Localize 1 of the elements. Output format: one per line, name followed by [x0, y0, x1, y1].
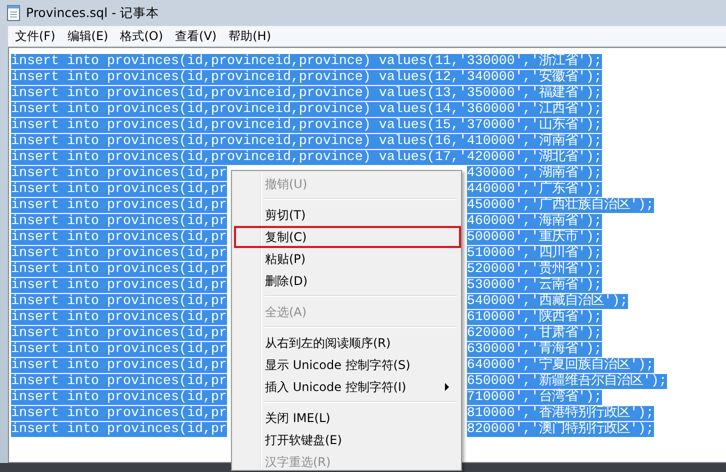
- window-title: Provinces.sql - 记事本: [26, 4, 160, 22]
